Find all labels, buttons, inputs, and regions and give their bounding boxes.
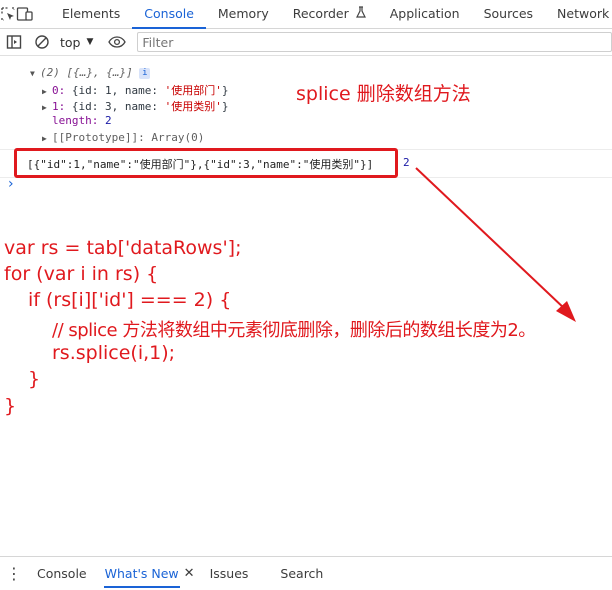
code-line: } — [28, 368, 41, 390]
code-line: } — [4, 395, 17, 417]
code-line: for (var i in rs) { — [4, 263, 159, 285]
code-line: if (rs[i]['id'] === 2) { — [28, 289, 232, 311]
annotation-title: splice 删除数组方法 — [296, 83, 471, 105]
drawer-tab-whats-new[interactable]: What's New — [96, 560, 188, 588]
drawer-tab-console[interactable]: Console — [28, 560, 96, 588]
more-options-icon[interactable]: ⋮ — [0, 564, 28, 583]
drawer-tab-issues[interactable]: Issues — [201, 560, 258, 588]
code-line: rs.splice(i,1); — [52, 342, 176, 364]
drawer-tab-bar: ⋮ Console What's New ✕ Issues Search — [0, 556, 612, 590]
code-comment: // splice 方法将数组中元素彻底删除，删除后的数组长度为2。 — [52, 320, 536, 341]
drawer-tab-search[interactable]: Search — [271, 560, 332, 588]
code-line: var rs = tab['dataRows']; — [4, 237, 242, 259]
